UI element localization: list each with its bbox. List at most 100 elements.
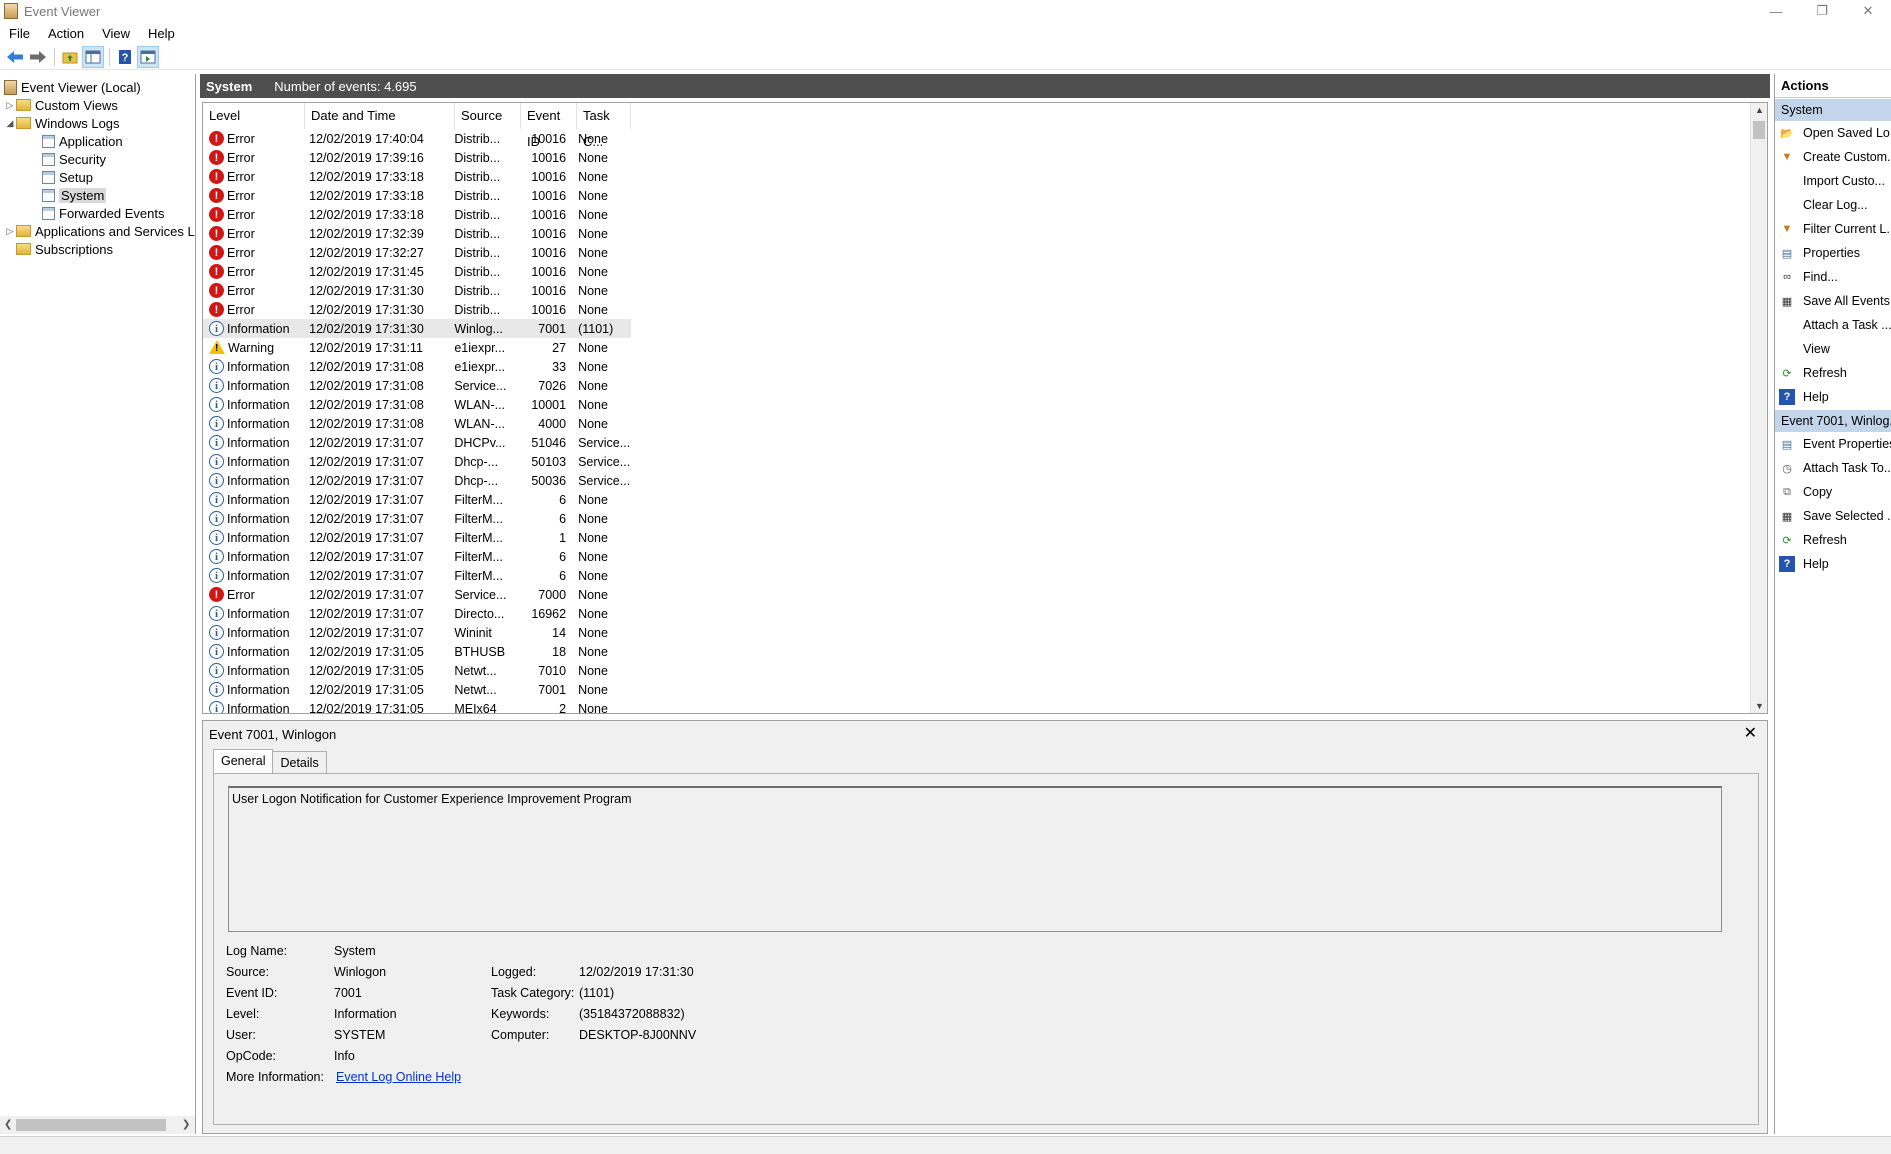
column-level[interactable]: Level <box>203 103 305 129</box>
event-description[interactable]: User Logon Notification for Customer Exp… <box>228 786 1722 932</box>
actions-section-system[interactable]: System <box>1775 99 1891 121</box>
column-date-time[interactable]: Date and Time <box>305 103 455 129</box>
action-help[interactable]: ? Help <box>1775 552 1891 576</box>
table-row[interactable]: ! Error 12/02/2019 17:31:30 Distrib... 10016… <box>203 300 631 319</box>
table-row[interactable]: i Information 12/02/2019 17:31:07 FilterM..… <box>203 490 631 509</box>
action-attach-task-to[interactable]: ◷ Attach Task To... <box>1775 456 1891 480</box>
table-row[interactable]: ! Error 12/02/2019 17:31:45 Distrib... 10016… <box>203 262 631 281</box>
action-import-custo[interactable]: Import Custo... <box>1775 169 1891 193</box>
action-copy[interactable]: ⧉ Copy <box>1775 480 1891 504</box>
tree-item-subscriptions[interactable]: Subscriptions <box>4 240 113 258</box>
table-row[interactable]: i Information 12/02/2019 17:31:07 FilterM..… <box>203 547 631 566</box>
column-task-category[interactable]: Task C... <box>577 103 631 149</box>
action-open-saved-lo[interactable]: 📂 Open Saved Lo... <box>1775 121 1891 145</box>
column-event-id[interactable]: Event ID <box>521 103 577 149</box>
action-help[interactable]: ? Help <box>1775 385 1891 409</box>
table-row[interactable]: i Information 12/02/2019 17:31:05 BTHUSB 18 N… <box>203 642 631 661</box>
action-save-all-events[interactable]: ▦ Save All Events... <box>1775 289 1891 313</box>
cell-source: FilterM... <box>454 549 503 564</box>
action-save-selected[interactable]: ▦ Save Selected ... <box>1775 504 1891 528</box>
menu-file[interactable]: File <box>0 26 39 41</box>
tree-item-system[interactable]: System <box>42 186 107 204</box>
action-find[interactable]: ∞ Find... <box>1775 265 1891 289</box>
column-source[interactable]: Source <box>455 103 521 129</box>
event-log-online-help-link[interactable]: Event Log Online Help <box>336 1070 461 1084</box>
action-event-properties[interactable]: ▤ Event Properties <box>1775 432 1891 456</box>
cell-event-id: 7010 <box>538 663 567 678</box>
tree-item-applications-and-services[interactable]: ▷ Applications and Services Lo <box>4 222 195 240</box>
cell-task-category: None <box>578 359 608 374</box>
table-row[interactable]: i Information 12/02/2019 17:31:08 WLAN-... 1… <box>203 395 631 414</box>
table-row[interactable]: ! Error 12/02/2019 17:33:18 Distrib... 10016… <box>203 167 631 186</box>
chevron-right-icon[interactable]: ▷ <box>4 226 16 237</box>
table-row[interactable]: ! Error 12/02/2019 17:32:27 Distrib... 10016… <box>203 243 631 262</box>
table-row[interactable]: i Information 12/02/2019 17:31:07 DHCPv... 5… <box>203 433 631 452</box>
action-view[interactable]: View <box>1775 337 1891 361</box>
action-properties[interactable]: ▤ Properties <box>1775 241 1891 265</box>
table-row[interactable]: ! Error 12/02/2019 17:39:16 Distrib... 10016… <box>203 148 631 167</box>
show-hide-action-pane-button[interactable] <box>137 45 159 68</box>
table-row[interactable]: i Information 12/02/2019 17:31:30 Winlog...… <box>203 319 631 338</box>
tree-item-forwarded-events[interactable]: Forwarded Events <box>42 204 165 222</box>
action-filter-current-l[interactable]: ▼ Filter Current L... <box>1775 217 1891 241</box>
tree-horizontal-scrollbar[interactable]: ❮ ❯ <box>0 1116 195 1134</box>
table-row[interactable]: i Information 12/02/2019 17:31:08 e1iexpr..… <box>203 357 631 376</box>
table-row[interactable]: i Information 12/02/2019 17:31:07 Wininit 14… <box>203 623 631 642</box>
chevron-right-icon[interactable]: ▷ <box>4 100 16 111</box>
action-clear-log[interactable]: Clear Log... <box>1775 193 1891 217</box>
menu-help[interactable]: Help <box>139 26 184 41</box>
table-row[interactable]: i Information 12/02/2019 17:31:07 Directo..… <box>203 604 631 623</box>
menu-view[interactable]: View <box>93 26 139 41</box>
actions-section-event[interactable]: Event 7001, Winlog... <box>1775 410 1891 432</box>
scroll-left-icon[interactable]: ❮ <box>4 1119 12 1130</box>
tree-item-windows-logs[interactable]: ◢ Windows Logs <box>4 114 120 132</box>
action-attach-a-task[interactable]: Attach a Task ... <box>1775 313 1891 337</box>
table-row[interactable]: ! Warning 12/02/2019 17:31:11 e1iexpr... 27 N… <box>203 338 631 357</box>
menu-action[interactable]: Action <box>39 26 93 41</box>
table-row[interactable]: i Information 12/02/2019 17:31:07 FilterM..… <box>203 509 631 528</box>
action-refresh[interactable]: ⟳ Refresh <box>1775 361 1891 385</box>
minimize-button[interactable]: — <box>1753 0 1799 22</box>
table-row[interactable]: ! Error 12/02/2019 17:33:18 Distrib... 10016… <box>203 186 631 205</box>
table-row[interactable]: i Information 12/02/2019 17:31:08 Service..… <box>203 376 631 395</box>
up-folder-button[interactable] <box>59 46 81 68</box>
tab-details[interactable]: Details <box>272 751 327 773</box>
table-row[interactable]: i Information 12/02/2019 17:31:05 Netwt... 7… <box>203 661 631 680</box>
scrollbar-thumb[interactable] <box>16 1119 166 1131</box>
forward-button[interactable] <box>27 46 49 68</box>
action-create-custom[interactable]: ▼ Create Custom... <box>1775 145 1891 169</box>
table-row[interactable]: i Information 12/02/2019 17:31:07 FilterM..… <box>203 566 631 585</box>
cell-date-time: 12/02/2019 17:31:07 <box>309 587 424 602</box>
tab-general[interactable]: General <box>213 749 274 773</box>
show-hide-console-tree-button[interactable] <box>82 45 104 68</box>
action-label: Clear Log... <box>1803 198 1868 212</box>
tree-item-event-viewer-local[interactable]: Event Viewer (Local) <box>4 78 141 96</box>
table-row[interactable]: i Information 12/02/2019 17:31:07 Dhcp-... 5… <box>203 452 631 471</box>
close-window-button[interactable]: ✕ <box>1845 0 1891 22</box>
help-toolbar-button[interactable]: ? <box>114 46 136 68</box>
table-row[interactable]: ! Error 12/02/2019 17:31:30 Distrib... 10016… <box>203 281 631 300</box>
table-row[interactable]: i Information 12/02/2019 17:31:05 Netwt... 7… <box>203 680 631 699</box>
scroll-right-icon[interactable]: ❯ <box>182 1119 190 1130</box>
table-row[interactable]: i Information 12/02/2019 17:31:05 MEIx64 2 No… <box>203 699 631 713</box>
events-vertical-scrollbar[interactable]: ▲ ▼ <box>1750 103 1767 713</box>
tree-item-custom-views[interactable]: ▷ Custom Views <box>4 96 118 114</box>
scroll-down-icon[interactable]: ▼ <box>1755 701 1764 711</box>
close-detail-button[interactable]: ✕ <box>1744 723 1757 743</box>
scroll-up-icon[interactable]: ▲ <box>1755 105 1764 115</box>
table-row[interactable]: i Information 12/02/2019 17:31:07 FilterM..… <box>203 528 631 547</box>
table-row[interactable]: i Information 12/02/2019 17:31:07 Dhcp-... 5… <box>203 471 631 490</box>
back-button[interactable] <box>4 46 26 68</box>
chevron-down-icon[interactable]: ◢ <box>4 118 16 129</box>
table-row[interactable]: ! Error 12/02/2019 17:31:07 Service... 7000 N… <box>203 585 631 604</box>
table-row[interactable]: ! Error 12/02/2019 17:32:39 Distrib... 10016… <box>203 224 631 243</box>
restore-button[interactable]: ❐ <box>1799 0 1845 22</box>
action-refresh[interactable]: ⟳ Refresh <box>1775 528 1891 552</box>
table-row[interactable]: ! Error 12/02/2019 17:40:04 Distrib... 10016… <box>203 129 631 148</box>
table-row[interactable]: ! Error 12/02/2019 17:33:18 Distrib... 10016… <box>203 205 631 224</box>
tree-item-application[interactable]: Application <box>42 132 123 150</box>
table-row[interactable]: i Information 12/02/2019 17:31:08 WLAN-... 4… <box>203 414 631 433</box>
tree-item-setup[interactable]: Setup <box>42 168 93 186</box>
tree-item-security[interactable]: Security <box>42 150 106 168</box>
scrollbar-thumb[interactable] <box>1753 121 1765 139</box>
